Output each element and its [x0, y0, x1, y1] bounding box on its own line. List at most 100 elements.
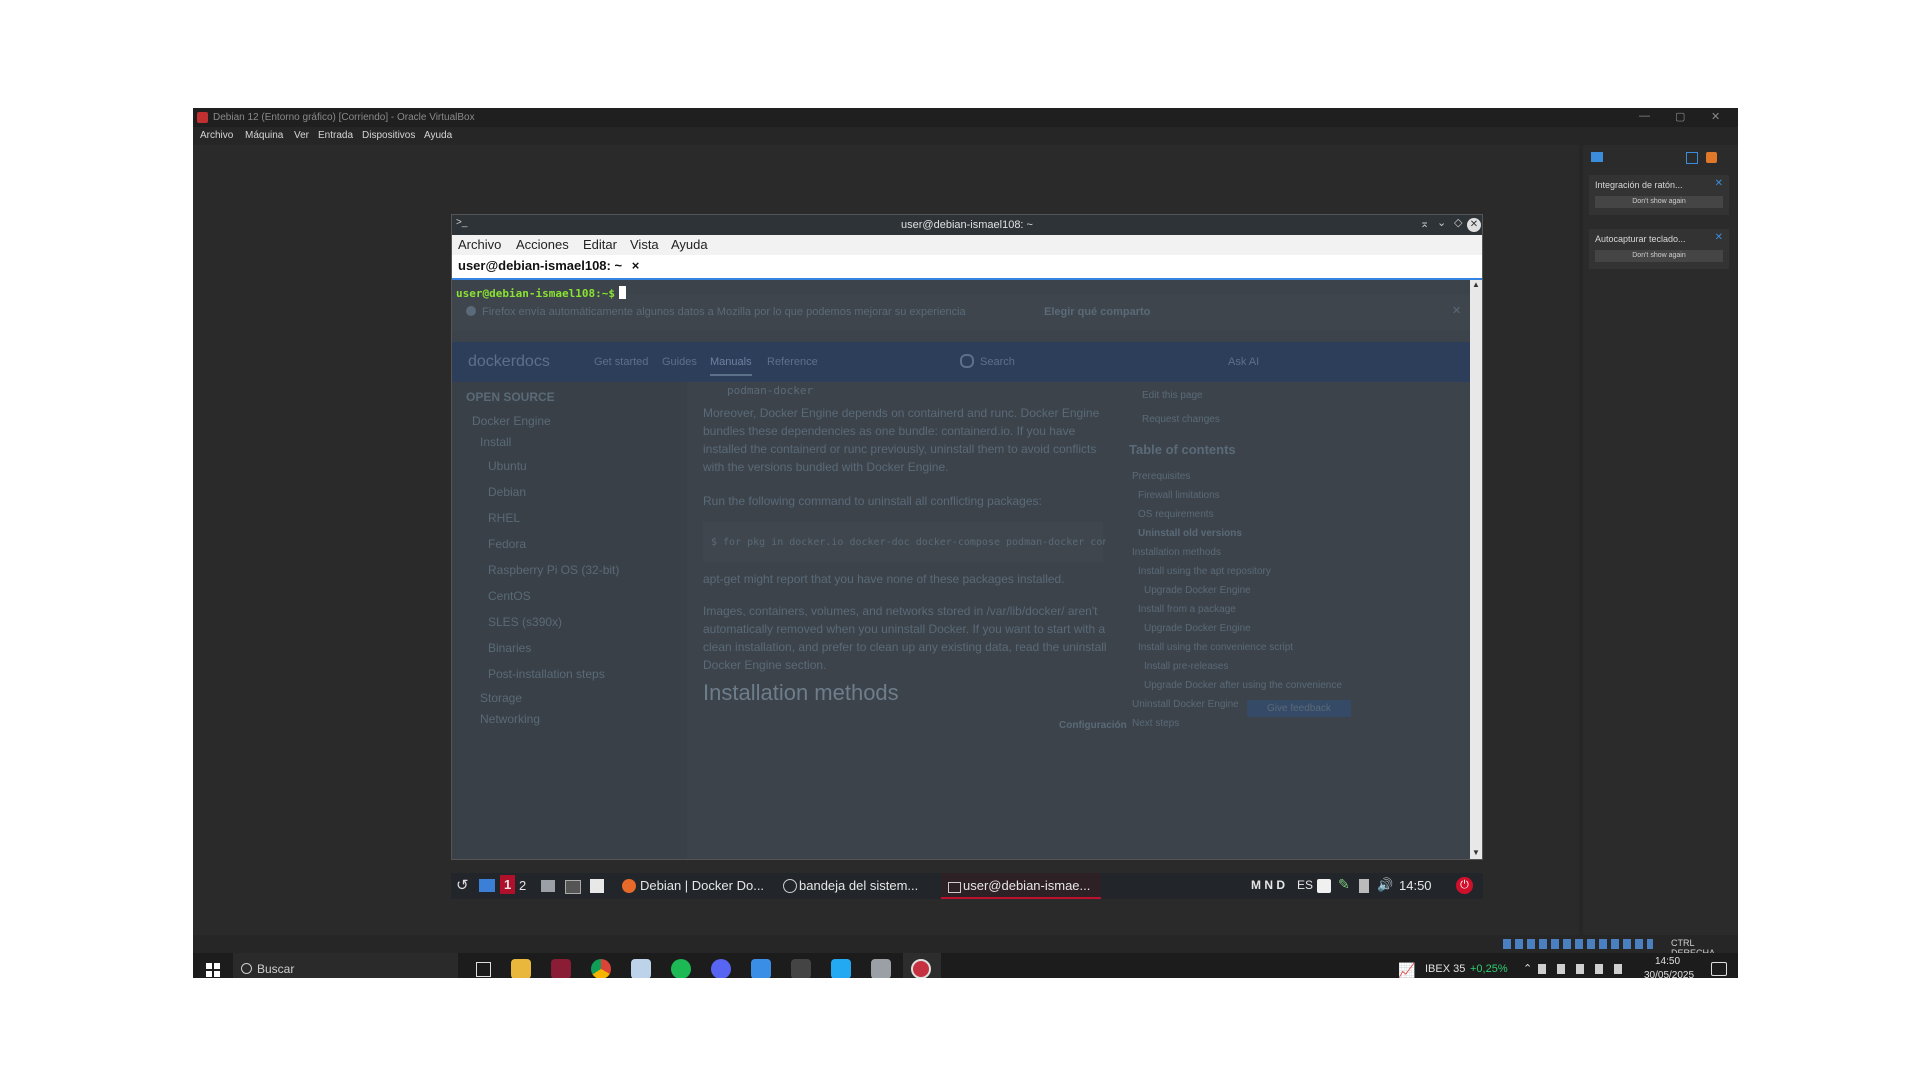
terminal-scrollbar[interactable]: ▲ ▼	[1470, 280, 1482, 859]
notifications-icon[interactable]	[1711, 962, 1727, 976]
toc-item[interactable]: Install using the convenience script	[1132, 638, 1362, 657]
sidebar-item-debian[interactable]: Debian	[488, 485, 526, 499]
sidebar-item-binaries[interactable]: Binaries	[488, 641, 531, 655]
app-icon[interactable]	[551, 959, 571, 978]
close-icon[interactable]: ✕	[1467, 218, 1481, 232]
dont-show-again-button[interactable]: Don't show again	[1595, 250, 1723, 262]
tray-icons[interactable]	[1538, 964, 1633, 974]
terminal-titlebar[interactable]: >_ user@debian-ismael108: ~ ⌅ ⌄ ◇ ✕	[452, 215, 1482, 235]
clipboard-icon[interactable]	[1317, 879, 1331, 893]
notification-panel-icon[interactable]	[1591, 152, 1603, 162]
spotify-icon[interactable]	[671, 959, 691, 978]
toc-item[interactable]: Prerequisites	[1132, 467, 1362, 486]
maximize-icon[interactable]: ◇	[1454, 216, 1462, 229]
search-icon[interactable]	[960, 354, 974, 368]
sidebar-item-centos[interactable]: CentOS	[488, 589, 531, 603]
scroll-up-arrow[interactable]: ▲	[1472, 280, 1480, 289]
terminal-menu-acciones[interactable]: Acciones	[516, 237, 569, 252]
vbox-menu-maquina[interactable]: Máquina	[245, 130, 283, 141]
dont-show-again-button[interactable]: Don't show again	[1595, 196, 1723, 208]
nav-guides[interactable]: Guides	[662, 356, 697, 368]
docker-logo[interactable]: dockerdocs	[468, 353, 550, 371]
notice-close-icon[interactable]: ✕	[1452, 304, 1461, 317]
terminal-output[interactable]: Firefox envía automáticamente algunos da…	[452, 280, 1470, 859]
nav-reference[interactable]: Reference	[767, 356, 818, 368]
power-icon[interactable]: ⏻	[1456, 877, 1473, 894]
terminal-app-icon[interactable]	[791, 959, 811, 978]
tab-close-icon[interactable]: ×	[632, 258, 640, 273]
volume-icon[interactable]: 🔊	[1377, 877, 1393, 893]
toc-item[interactable]: Firewall limitations	[1132, 486, 1362, 505]
task-view-icon[interactable]	[476, 962, 491, 977]
sidebar-item-install[interactable]: Install	[480, 435, 511, 449]
ticker-name[interactable]: IBEX 35	[1425, 963, 1465, 975]
sidebar-item-post-install[interactable]: Post-installation steps	[488, 667, 605, 681]
vbox-menu-archivo[interactable]: Archivo	[200, 130, 233, 141]
paint-icon[interactable]	[751, 959, 771, 978]
pen-icon[interactable]: ✎	[1338, 876, 1350, 893]
minimize-icon[interactable]: ⌄	[1437, 216, 1446, 229]
sidebar-item-sles[interactable]: SLES (s390x)	[488, 615, 562, 629]
sidebar-item-ubuntu[interactable]: Ubuntu	[488, 459, 527, 473]
toc-item-active[interactable]: Uninstall old versions	[1132, 524, 1362, 543]
battery-icon[interactable]	[1359, 879, 1369, 893]
clock[interactable]: 14:50	[1399, 878, 1432, 893]
toc-item[interactable]: Install from a package	[1132, 600, 1362, 619]
edit-page-link[interactable]: Edit this page	[1142, 390, 1203, 401]
keyboard-layout[interactable]: ES	[1297, 878, 1313, 892]
desktop-icon[interactable]	[479, 879, 495, 892]
workspace-1[interactable]: 1	[500, 875, 516, 894]
toc-item[interactable]: Upgrade Docker after using the convenien…	[1132, 676, 1362, 695]
taskbar-clock[interactable]: 14:50	[1655, 956, 1680, 967]
terminal-menu-editar[interactable]: Editar	[583, 237, 617, 252]
chevron-up-icon[interactable]: ⌃	[1523, 962, 1532, 975]
windows-search-box[interactable]: Buscar	[233, 953, 458, 978]
minimize-button[interactable]: —	[1639, 110, 1650, 122]
docs-search-input[interactable]: Search	[980, 356, 1015, 368]
guest-desktop[interactable]: >_ user@debian-ismael108: ~ ⌅ ⌄ ◇ ✕ Arch…	[193, 145, 1579, 935]
maximize-button[interactable]: ▢	[1675, 110, 1685, 123]
vscode-icon[interactable]	[831, 959, 851, 978]
close-button[interactable]: ✕	[1711, 110, 1720, 123]
scroll-down-arrow[interactable]: ▼	[1472, 848, 1480, 857]
ask-ai-button[interactable]: Ask AI	[1228, 356, 1259, 368]
vbox-menu-entrada[interactable]: Entrada	[318, 130, 353, 141]
toc-item[interactable]: Upgrade Docker Engine	[1132, 581, 1362, 600]
toc-item[interactable]: OS requirements	[1132, 505, 1362, 524]
terminal-menu-archivo[interactable]: Archivo	[458, 237, 501, 252]
toc-item[interactable]: Install pre-releases	[1132, 657, 1362, 676]
indicator-letters[interactable]: M N D	[1251, 878, 1285, 892]
nav-manuals[interactable]: Manuals	[710, 356, 752, 376]
editor-icon[interactable]	[590, 879, 604, 893]
terminal-tab[interactable]: user@debian-ismael108: ~ ×	[458, 258, 639, 273]
sidebar-item-storage[interactable]: Storage	[480, 691, 522, 705]
notice-action-button[interactable]: Elegir qué comparto	[1044, 306, 1150, 318]
toc-item[interactable]: Install using the apt repository	[1132, 562, 1362, 581]
terminal-menu-ayuda[interactable]: Ayuda	[671, 237, 708, 252]
sidebar-item-docker-engine[interactable]: Docker Engine	[472, 414, 551, 428]
keep-above-icon[interactable]: ⌅	[1420, 217, 1429, 230]
panel-layout-icon[interactable]	[1686, 152, 1698, 164]
virtualbox-app-icon[interactable]	[871, 959, 891, 978]
terminal-launcher-icon[interactable]	[565, 880, 581, 894]
give-feedback-button[interactable]: Give feedback	[1247, 700, 1351, 717]
notification-close-icon[interactable]: ✕	[1715, 178, 1723, 189]
vbox-menu-ayuda[interactable]: Ayuda	[424, 130, 452, 141]
workspace-2[interactable]: 2	[519, 878, 526, 893]
toc-item[interactable]: Installation methods	[1132, 543, 1362, 562]
task-firefox[interactable]: Debian | Docker Do...	[640, 878, 764, 893]
discord-icon[interactable]	[711, 959, 731, 978]
sidebar-item-rhel[interactable]: RHEL	[488, 511, 520, 525]
sidebar-item-fedora[interactable]: Fedora	[488, 537, 526, 551]
vbox-menu-ver[interactable]: Ver	[294, 130, 309, 141]
vbox-menu-dispositivos[interactable]: Dispositivos	[362, 130, 415, 141]
sidebar-item-networking[interactable]: Networking	[480, 712, 540, 726]
notification-close-icon[interactable]: ✕	[1715, 232, 1723, 243]
chrome-icon[interactable]	[591, 959, 611, 978]
notepad-icon[interactable]	[631, 959, 651, 978]
windows-start-icon[interactable]	[206, 963, 220, 977]
terminal-menu-vista[interactable]: Vista	[630, 237, 659, 252]
debian-menu-icon[interactable]: ↺	[456, 876, 469, 894]
task-tray[interactable]: bandeja del sistem...	[799, 878, 918, 893]
nav-get-started[interactable]: Get started	[594, 356, 648, 368]
